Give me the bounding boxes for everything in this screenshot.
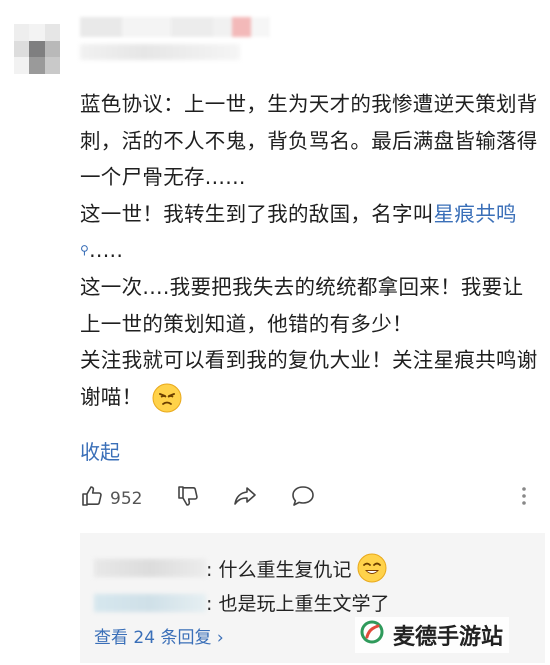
comment-line-4-text: 关注我就可以看到我的复仇大业！关注星痕共鸣谢谢喵！ (80, 348, 538, 409)
reply-author-blurred[interactable] (94, 593, 206, 612)
reply-button[interactable] (290, 484, 316, 513)
reply-author-blurred[interactable] (94, 559, 206, 577)
comment-line-4: 关注我就可以看到我的复仇大业！关注星痕共鸣谢谢喵！ (80, 342, 540, 415)
reply-text-2: : 也是玩上重生文学了 (206, 593, 390, 615)
more-options-button[interactable] (520, 484, 528, 513)
search-icon[interactable]: ⚲ (80, 243, 89, 257)
comment-actions: 952 (80, 484, 540, 514)
reply-item-2[interactable]: : 也是玩上重生文学了 (94, 589, 389, 616)
share-icon (232, 484, 258, 513)
comment-line-2: 这一世！我转生到了我的敌国，名字叫星痕共鸣 ⚲..... (80, 196, 540, 269)
comment-line-2-text: 这一世！我转生到了我的敌国，名字叫 (80, 201, 434, 226)
user-meta-blurred (80, 44, 240, 60)
comment-line-3: 这一次....我要把我失去的统统都拿回来！我要让上一世的策划知道，他错的有多少！ (80, 274, 524, 336)
watermark-text: 麦德手游站 (393, 625, 504, 650)
thumbs-down-icon (176, 484, 200, 513)
comment-body: 蓝色协议：上一世，生为天才的我惨遭逆天策划背刺，活的不人不鬼，背负骂名。最后满盘… (80, 86, 540, 415)
view-more-replies-link[interactable]: 查看 24 条回复 › (94, 623, 224, 648)
smirk-emoji-icon (152, 383, 182, 413)
comment-line-2-tail: ..... (89, 238, 124, 263)
share-button[interactable] (232, 484, 258, 513)
comment-bubble-icon (290, 484, 316, 513)
more-vertical-icon (520, 484, 528, 513)
avatar[interactable] (14, 24, 60, 74)
laughing-emoji-icon (357, 553, 387, 583)
reply-item-1[interactable]: : 什么重生复仇记 (94, 553, 387, 583)
dislike-button[interactable] (176, 484, 200, 513)
like-button[interactable]: 952 (80, 484, 142, 513)
username-blurred[interactable] (80, 17, 270, 37)
watermark-logo-icon (359, 619, 385, 651)
thumbs-up-icon (80, 484, 104, 513)
reply-text-1: : 什么重生复仇记 (206, 558, 352, 581)
collapse-button[interactable]: 收起 (80, 436, 120, 465)
watermark: 麦德手游站 (355, 617, 510, 653)
like-count: 952 (110, 488, 143, 509)
comment-line-1: 蓝色协议：上一世，生为天才的我惨遭逆天策划背刺，活的不人不鬼，背负骂名。最后满盘… (80, 92, 538, 190)
game-link[interactable]: 星痕共鸣 (434, 202, 517, 226)
